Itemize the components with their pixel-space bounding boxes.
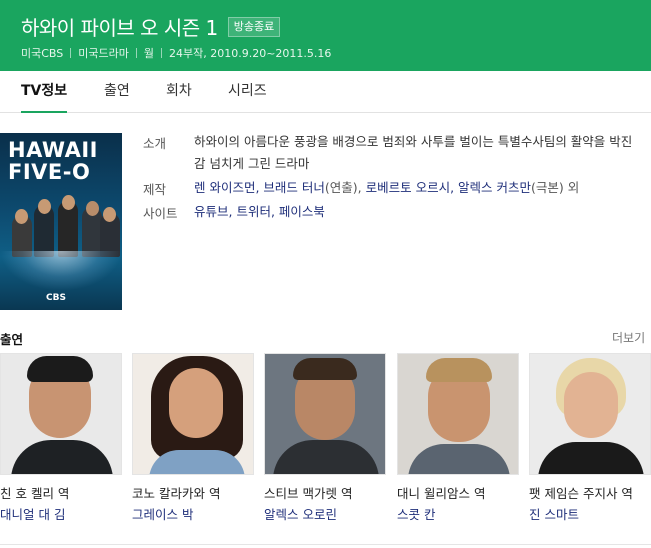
production-separator: ,: [357, 180, 366, 195]
photo-hair: [293, 358, 357, 380]
program-info: 소개 하와이의 아름다운 풍광을 배경으로 범죄와 사투를 벌이는 특별수사팀의…: [143, 131, 643, 225]
production-writers-role: (극본): [531, 180, 564, 195]
cast-card[interactable]: 코노 칼라카와 역 그레이스 박: [132, 353, 254, 522]
production-directors-role: (연출): [324, 180, 358, 195]
production-suffix: 외: [563, 180, 580, 195]
cast-photo[interactable]: [397, 353, 519, 475]
status-badge: 방송종료: [227, 16, 281, 37]
meta-genre[interactable]: 미국드라마: [78, 45, 129, 61]
production-writers[interactable]: 로베르토 오르시, 알렉스 커츠만: [366, 180, 531, 195]
poster-figure-head: [38, 199, 51, 214]
tab-tv-info[interactable]: TV정보: [21, 71, 68, 113]
cast-role: 팻 제임슨 주지사 역: [529, 486, 633, 501]
title-row: 하와이 파이브 오 시즌 1 방송종료: [21, 12, 281, 41]
info-label-sites: 사이트: [143, 206, 178, 221]
tab-episodes[interactable]: 회차: [166, 71, 192, 113]
photo-shirt: [408, 444, 510, 474]
poster-figure-head: [103, 207, 116, 222]
info-production: 렌 와이즈먼, 브래드 터너(연출), 로베르토 오르시, 알렉스 커츠만(극본…: [194, 177, 643, 199]
tab-cast[interactable]: 출연: [104, 71, 130, 113]
info-sites-row: 사이트 유튜브, 트위터, 페이스북: [143, 201, 643, 225]
info-synopsis-row: 소개 하와이의 아름다운 풍광을 배경으로 범죄와 사투를 벌이는 특별수사팀의…: [143, 131, 643, 177]
meta-channel[interactable]: 미국CBS: [21, 45, 63, 61]
cast-photo[interactable]: [529, 353, 651, 475]
info-label-production: 제작: [143, 182, 167, 197]
cast-photo[interactable]: [132, 353, 254, 475]
photo-shirt: [149, 450, 245, 474]
program-header: 하와이 파이브 오 시즌 1 방송종료 미국CBS 미국드라마 월 24부작, …: [0, 0, 651, 71]
cast-role: 대니 윌리암스 역: [397, 486, 486, 501]
cast-card[interactable]: 팻 제임슨 주지사 역 진 스마트: [529, 353, 651, 522]
photo-jacket: [538, 442, 644, 474]
info-sites: 유튜브, 트위터, 페이스북: [194, 201, 643, 223]
cast-more-link[interactable]: 더보기: [612, 329, 645, 346]
photo-face: [564, 372, 618, 438]
cast-card[interactable]: 대니 윌리암스 역 스콧 칸: [397, 353, 519, 522]
cast-actor[interactable]: 진 스마트: [529, 504, 579, 523]
photo-shirt: [11, 440, 113, 474]
meta-airday: 월: [143, 47, 154, 60]
meta-divider: [161, 48, 162, 58]
section-divider: [0, 544, 651, 545]
poster-cast-illustration: [8, 195, 120, 257]
cast-card[interactable]: 친 호 켈리 역 대니얼 대 김: [0, 353, 122, 522]
photo-hair: [426, 358, 492, 382]
cast-actor[interactable]: 스콧 칸: [397, 504, 435, 523]
cast-photo[interactable]: [264, 353, 386, 475]
program-title[interactable]: 하와이 파이브 오 시즌 1: [21, 12, 218, 41]
poster-logo-line1: HAWAII: [8, 138, 98, 162]
info-label-synopsis: 소개: [143, 136, 167, 151]
photo-hair: [27, 356, 93, 382]
poster-figure-head: [86, 201, 99, 216]
cast-role: 친 호 켈리 역: [0, 486, 70, 501]
cast-actor[interactable]: 대니얼 대 김: [0, 504, 65, 523]
meta-divider: [135, 48, 137, 58]
photo-face: [169, 368, 223, 438]
cast-role: 코노 칼라카와 역: [132, 486, 221, 501]
info-synopsis: 하와이의 아름다운 풍광을 배경으로 범죄와 사투를 벌이는 특별수사팀의 활약…: [194, 134, 633, 171]
site-links[interactable]: 유튜브, 트위터, 페이스북: [194, 204, 325, 219]
meta-divider: [70, 48, 72, 58]
program-poster[interactable]: HAWAII FIVE-O CBS: [0, 133, 122, 310]
poster-figure-head: [15, 209, 28, 224]
info-production-row: 제작 렌 와이즈먼, 브래드 터너(연출), 로베르토 오르시, 알렉스 커츠만…: [143, 177, 643, 201]
poster-network-logo: CBS: [46, 293, 66, 303]
poster-logo-line2: FIVE-O: [8, 160, 91, 184]
cast-actor[interactable]: 알렉스 오로린: [264, 504, 337, 523]
cast-section-title: 출연: [0, 332, 24, 347]
photo-shirt: [273, 440, 379, 474]
production-directors[interactable]: 렌 와이즈먼, 브래드 터너: [194, 180, 325, 195]
meta-episodes-dates: 24부작, 2010.9.20~2011.5.16: [169, 47, 332, 60]
cast-photo[interactable]: [0, 353, 122, 475]
tab-series[interactable]: 시리즈: [228, 71, 267, 113]
program-meta: 미국CBS 미국드라마 월 24부작, 2010.9.20~2011.5.16: [21, 45, 331, 61]
tab-bar: TV정보 출연 회차 시리즈: [0, 71, 651, 113]
cast-role: 스티브 맥가렛 역: [264, 486, 353, 501]
poster-figure-head: [62, 195, 75, 210]
poster-logo: HAWAII FIVE-O: [8, 139, 98, 183]
poster-wave: [0, 251, 122, 291]
cast-card[interactable]: 스티브 맥가렛 역 알렉스 오로린: [264, 353, 386, 522]
cast-actor[interactable]: 그레이스 박: [132, 504, 193, 523]
